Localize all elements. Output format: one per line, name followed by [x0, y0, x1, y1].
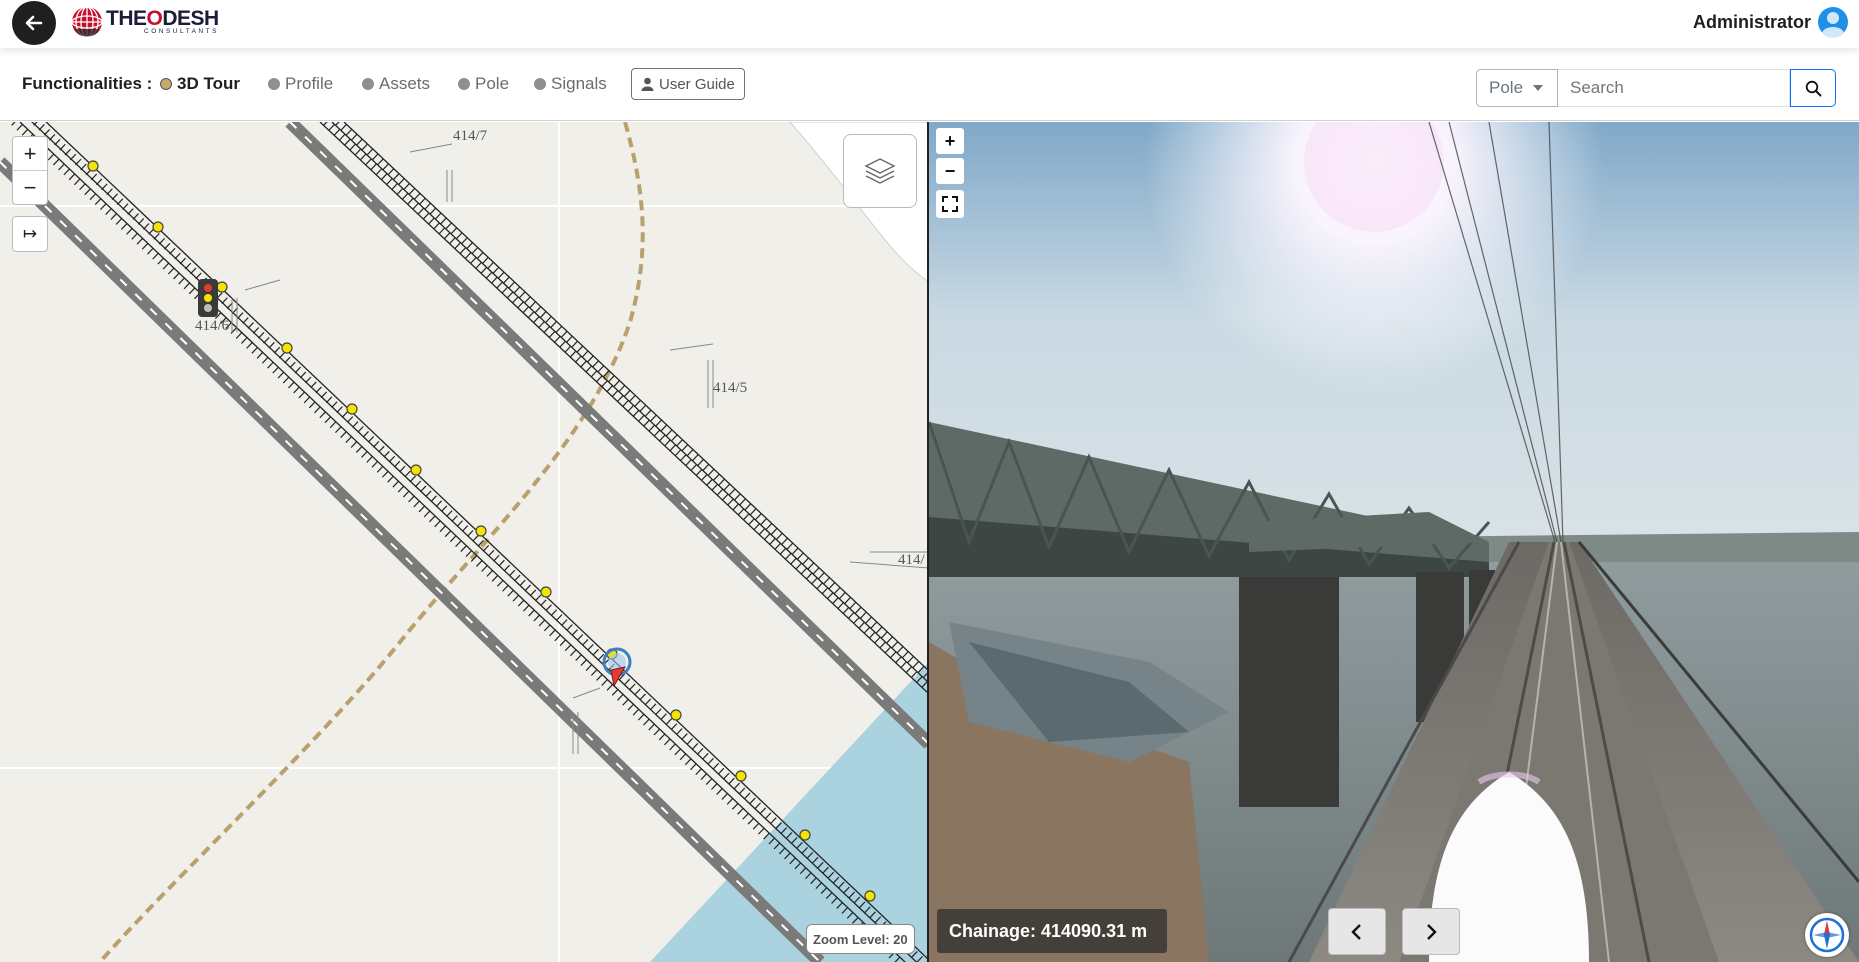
- layers-icon: [864, 158, 896, 184]
- user-avatar-icon: [1818, 7, 1848, 38]
- search-button[interactable]: [1790, 69, 1836, 107]
- search-type-value: Pole: [1489, 78, 1524, 97]
- radio-dot: [268, 78, 280, 90]
- compass-icon: [1809, 917, 1845, 953]
- functionalities-label: Functionalities :: [22, 74, 153, 93]
- zoom-level-badge: Zoom Level: 20: [806, 924, 915, 954]
- person-icon: [641, 77, 654, 91]
- chainage-readout: Chainage: 414090.31 m: [937, 909, 1168, 953]
- pole-label: 414/5: [713, 380, 748, 396]
- radio-dot: [160, 78, 172, 90]
- brand-logo[interactable]: THEODESH CONSULTANTS: [70, 2, 219, 42]
- search-type-select[interactable]: Pole: [1476, 69, 1558, 107]
- radio-label: Pole: [475, 74, 510, 93]
- radio-label: Signals: [551, 74, 607, 93]
- next-frame-button[interactable]: [1402, 908, 1460, 955]
- radio-3d-tour[interactable]: 3D Tour: [160, 74, 240, 94]
- user-guide-button[interactable]: User Guide: [631, 68, 745, 100]
- radio-pole[interactable]: Pole: [458, 74, 509, 94]
- search-input[interactable]: [1558, 69, 1790, 107]
- user-guide-label: User Guide: [659, 75, 735, 93]
- radio-label: Assets: [379, 74, 431, 93]
- chevron-down-icon: [1533, 85, 1544, 91]
- map-canvas[interactable]: [0, 122, 929, 962]
- map-fit-button[interactable]: ↦: [12, 216, 48, 252]
- brand-text: THEODESH CONSULTANTS: [106, 8, 219, 36]
- functionalities-bar: Functionalities : 3D Tour Profile Assets…: [0, 48, 1859, 121]
- magnifier-icon: [1805, 80, 1821, 96]
- radio-profile[interactable]: Profile: [268, 74, 333, 94]
- radio-dot: [458, 78, 470, 90]
- compass-button[interactable]: [1805, 913, 1849, 957]
- globe-logo-icon: [71, 6, 103, 38]
- panorama-canvas[interactable]: [929, 122, 1859, 962]
- map-zoom-in-button[interactable]: +: [13, 137, 47, 170]
- top-header: THEODESH CONSULTANTS Administrator: [0, 0, 1859, 48]
- pole-label: 414/6: [195, 318, 230, 334]
- brand-name: THEODESH: [106, 7, 219, 31]
- previous-frame-button[interactable]: [1328, 908, 1386, 955]
- view-zoom-out-button[interactable]: −: [936, 158, 964, 184]
- radio-assets[interactable]: Assets: [362, 74, 430, 94]
- user-menu[interactable]: Administrator: [1693, 6, 1849, 38]
- pole-label: 414/7: [453, 128, 488, 144]
- user-name: Administrator: [1692, 11, 1811, 32]
- map-zoom-control: + −: [12, 136, 48, 205]
- pole-label: 414/: [898, 552, 925, 568]
- radio-dot: [534, 78, 546, 90]
- panorama-view[interactable]: + − Chainage: 414090.31 m: [929, 122, 1859, 962]
- radio-signals[interactable]: Signals: [534, 74, 607, 94]
- layer-switcher-button[interactable]: [843, 134, 917, 208]
- brand-subtitle: CONSULTANTS: [144, 28, 219, 36]
- map-panel[interactable]: 414/7 414/6 414/5 414/ + − ↦ Zoom Level:…: [0, 122, 929, 962]
- chevron-left-icon: [1351, 923, 1361, 940]
- map-zoom-out-button[interactable]: −: [13, 170, 47, 204]
- fullscreen-icon: [942, 196, 958, 212]
- back-button[interactable]: [12, 1, 56, 45]
- chevron-right-icon: [1427, 923, 1437, 940]
- radio-dot: [362, 78, 374, 90]
- radio-label: Profile: [285, 74, 334, 93]
- view-zoom-in-button[interactable]: +: [936, 128, 964, 154]
- fit-extent-icon: ↦: [22, 224, 38, 243]
- arrow-left-icon: [25, 15, 43, 31]
- fullscreen-button[interactable]: [936, 190, 964, 218]
- radio-label: 3D Tour: [177, 74, 240, 93]
